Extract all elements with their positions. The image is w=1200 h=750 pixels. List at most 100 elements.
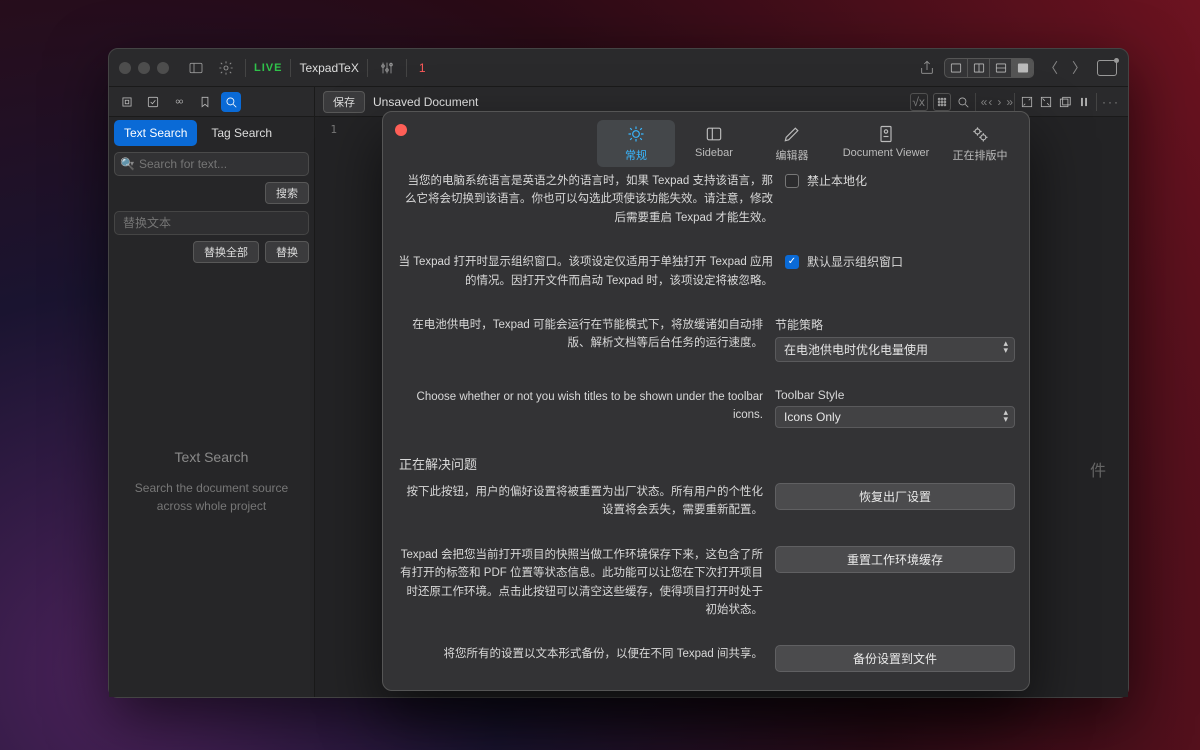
- line-number: 1: [330, 123, 337, 136]
- backup-settings-button[interactable]: 备份设置到文件: [775, 645, 1015, 672]
- pref-row-toolbar-style: Choose whether or not you wish titles to…: [397, 388, 1015, 428]
- prev-page[interactable]: ‹: [988, 95, 992, 109]
- layout-single[interactable]: [945, 59, 967, 77]
- sidebar-toggle-icon[interactable]: [185, 57, 207, 79]
- close-sheet-button[interactable]: [395, 124, 407, 136]
- app-window: LIVE TexpadTeX 1 〈 〉: [108, 48, 1129, 698]
- prefs-tab-typeset[interactable]: 正在排版中: [941, 120, 1019, 167]
- live-indicator: LIVE: [254, 62, 282, 74]
- expand-out-icon[interactable]: [1039, 95, 1053, 109]
- battery-policy-select[interactable]: 在电池供电时优化电量使用 ▴▾: [775, 337, 1015, 362]
- inbox-icon[interactable]: [1096, 57, 1118, 79]
- collapse-in-icon[interactable]: [1020, 95, 1034, 109]
- gear-burst-icon: [626, 124, 646, 144]
- pref-desc: 将您所有的设置以文本形式备份，以便在不同 Texpad 间共享。: [397, 645, 763, 663]
- search-mode-icon[interactable]: [221, 92, 241, 112]
- tab-text-search[interactable]: Text Search: [114, 120, 197, 146]
- section-heading-troubleshoot: 正在解决问题: [399, 454, 1015, 473]
- windows-icon[interactable]: [1058, 95, 1072, 109]
- prefs-tabs: 常规 Sidebar 编辑器 Document Viewer 正在排版中: [597, 120, 1019, 167]
- prefs-header: 常规 Sidebar 编辑器 Document Viewer 正在排版中: [383, 112, 1029, 162]
- bookmark-icon[interactable]: [195, 92, 215, 112]
- sidebar-mode-tools: [109, 87, 315, 116]
- doc-tools: 保存 Unsaved Document: [315, 91, 910, 113]
- search-input[interactable]: [114, 152, 309, 176]
- pref-row-backup: 将您所有的设置以文本形式备份，以便在不同 Texpad 间共享。 备份设置到文件: [397, 645, 1015, 672]
- layout-split-h[interactable]: [989, 59, 1011, 77]
- settings-gear-icon[interactable]: [215, 57, 237, 79]
- pencil-icon: [782, 124, 802, 144]
- search-tabs: Text Search Tag Search: [114, 120, 309, 146]
- preferences-sheet: 常规 Sidebar 编辑器 Document Viewer 正在排版中: [382, 111, 1030, 691]
- sqrt-icon[interactable]: √x: [910, 93, 928, 111]
- document-title: Unsaved Document: [373, 95, 478, 109]
- tab-tag-search[interactable]: Tag Search: [201, 120, 282, 146]
- pref-desc: 当您的电脑系统语言是英语之外的语言时，如果 Texpad 支持该语言，那么它将会…: [397, 172, 773, 227]
- search-row: 🔍 ▾: [114, 152, 309, 176]
- pref-row-workspace-cache: Texpad 会把您当前打开项目的快照当做工作环境保存下来，这包含了所有打开的标…: [397, 546, 1015, 620]
- layout-full[interactable]: [1011, 59, 1033, 77]
- focus-icon[interactable]: [117, 92, 137, 112]
- window-controls: [119, 62, 169, 74]
- empty-heading: Text Search: [175, 449, 249, 465]
- engine-label[interactable]: TexpadTeX: [299, 61, 358, 75]
- document-icon: [876, 124, 896, 144]
- minimize-window-dot[interactable]: [138, 62, 150, 74]
- background-hint: 件: [1090, 457, 1108, 481]
- factory-reset-button[interactable]: 恢复出厂设置: [775, 483, 1015, 510]
- titlebar-right: 〈 〉: [916, 57, 1118, 79]
- infinity-icon[interactable]: [169, 92, 189, 112]
- pref-desc: Choose whether or not you wish titles to…: [397, 388, 763, 425]
- empty-body: Search the document source across whole …: [127, 479, 296, 515]
- replace-button-row: 替换全部 替换: [114, 241, 309, 263]
- share-icon[interactable]: [916, 57, 938, 79]
- pref-desc: 当 Texpad 打开时显示组织窗口。该项设定仅适用于单独打开 Texpad 应…: [397, 253, 773, 290]
- zoom-window-dot[interactable]: [157, 62, 169, 74]
- checkbox-disable-localization[interactable]: [785, 174, 799, 188]
- search-button[interactable]: 搜索: [265, 182, 309, 204]
- pause-icon[interactable]: [1077, 95, 1091, 109]
- replace-input[interactable]: [114, 211, 309, 235]
- close-window-dot[interactable]: [119, 62, 131, 74]
- error-count-badge[interactable]: 1: [419, 61, 426, 75]
- replace-button[interactable]: 替换: [265, 241, 309, 263]
- check-icon[interactable]: [143, 92, 163, 112]
- prefs-tab-sidebar[interactable]: Sidebar: [675, 120, 753, 167]
- pref-desc: 在电池供电时，Texpad 可能会运行在节能模式下，将放缓诸如自动排版、解析文档…: [397, 316, 763, 353]
- separator: [1014, 93, 1015, 111]
- last-page[interactable]: »: [1006, 95, 1009, 109]
- separator: [245, 59, 246, 77]
- nav-back[interactable]: 〈: [1040, 58, 1062, 78]
- select-arrows-icon: ▴▾: [1003, 340, 1008, 354]
- separator: [290, 59, 291, 77]
- select-arrows-icon: ▴▾: [1003, 409, 1008, 423]
- nav-forward[interactable]: 〉: [1068, 58, 1090, 78]
- prefs-tab-viewer[interactable]: Document Viewer: [831, 120, 941, 167]
- replace-all-button[interactable]: 替换全部: [193, 241, 259, 263]
- prefs-tab-general[interactable]: 常规: [597, 120, 675, 167]
- pref-row-battery: 在电池供电时，Texpad 可能会运行在节能模式下，将放缓诸如自动排版、解析文档…: [397, 316, 1015, 362]
- layout-segmented: [944, 58, 1034, 78]
- next-page[interactable]: ›: [997, 95, 1001, 109]
- grid-icon[interactable]: [933, 93, 951, 111]
- select-label: Toolbar Style: [775, 388, 1015, 402]
- layout-split-v[interactable]: [967, 59, 989, 77]
- reset-workspace-cache-button[interactable]: 重置工作环境缓存: [775, 546, 1015, 573]
- more-menu[interactable]: ···: [1102, 95, 1120, 109]
- search-options-chevron-icon[interactable]: ▾: [130, 159, 134, 168]
- pref-row-reset: 按下此按钮，用户的偏好设置将被重置为出厂状态。所有用户的个性化设置将会丢失，需要…: [397, 483, 1015, 520]
- viewer-tools: √x « ‹ › » ···: [910, 93, 1128, 111]
- pref-row-org-window: 当 Texpad 打开时显示组织窗口。该项设定仅适用于单独打开 Texpad 应…: [397, 253, 1015, 290]
- sliders-icon[interactable]: [376, 57, 398, 79]
- gears-icon: [970, 124, 990, 144]
- toolbar-style-select[interactable]: Icons Only ▴▾: [775, 406, 1015, 428]
- zoom-icon[interactable]: [956, 95, 970, 109]
- first-page[interactable]: «: [981, 95, 984, 109]
- prefs-tab-editor[interactable]: 编辑器: [753, 120, 831, 167]
- save-button[interactable]: 保存: [323, 91, 365, 113]
- replace-row: [114, 211, 309, 235]
- search-empty-state: Text Search Search the document source a…: [109, 266, 314, 697]
- select-label: 节能策略: [775, 316, 1015, 333]
- pref-desc: 按下此按钮，用户的偏好设置将被重置为出厂状态。所有用户的个性化设置将会丢失，需要…: [397, 483, 763, 520]
- checkbox-show-org-window[interactable]: ✓: [785, 255, 799, 269]
